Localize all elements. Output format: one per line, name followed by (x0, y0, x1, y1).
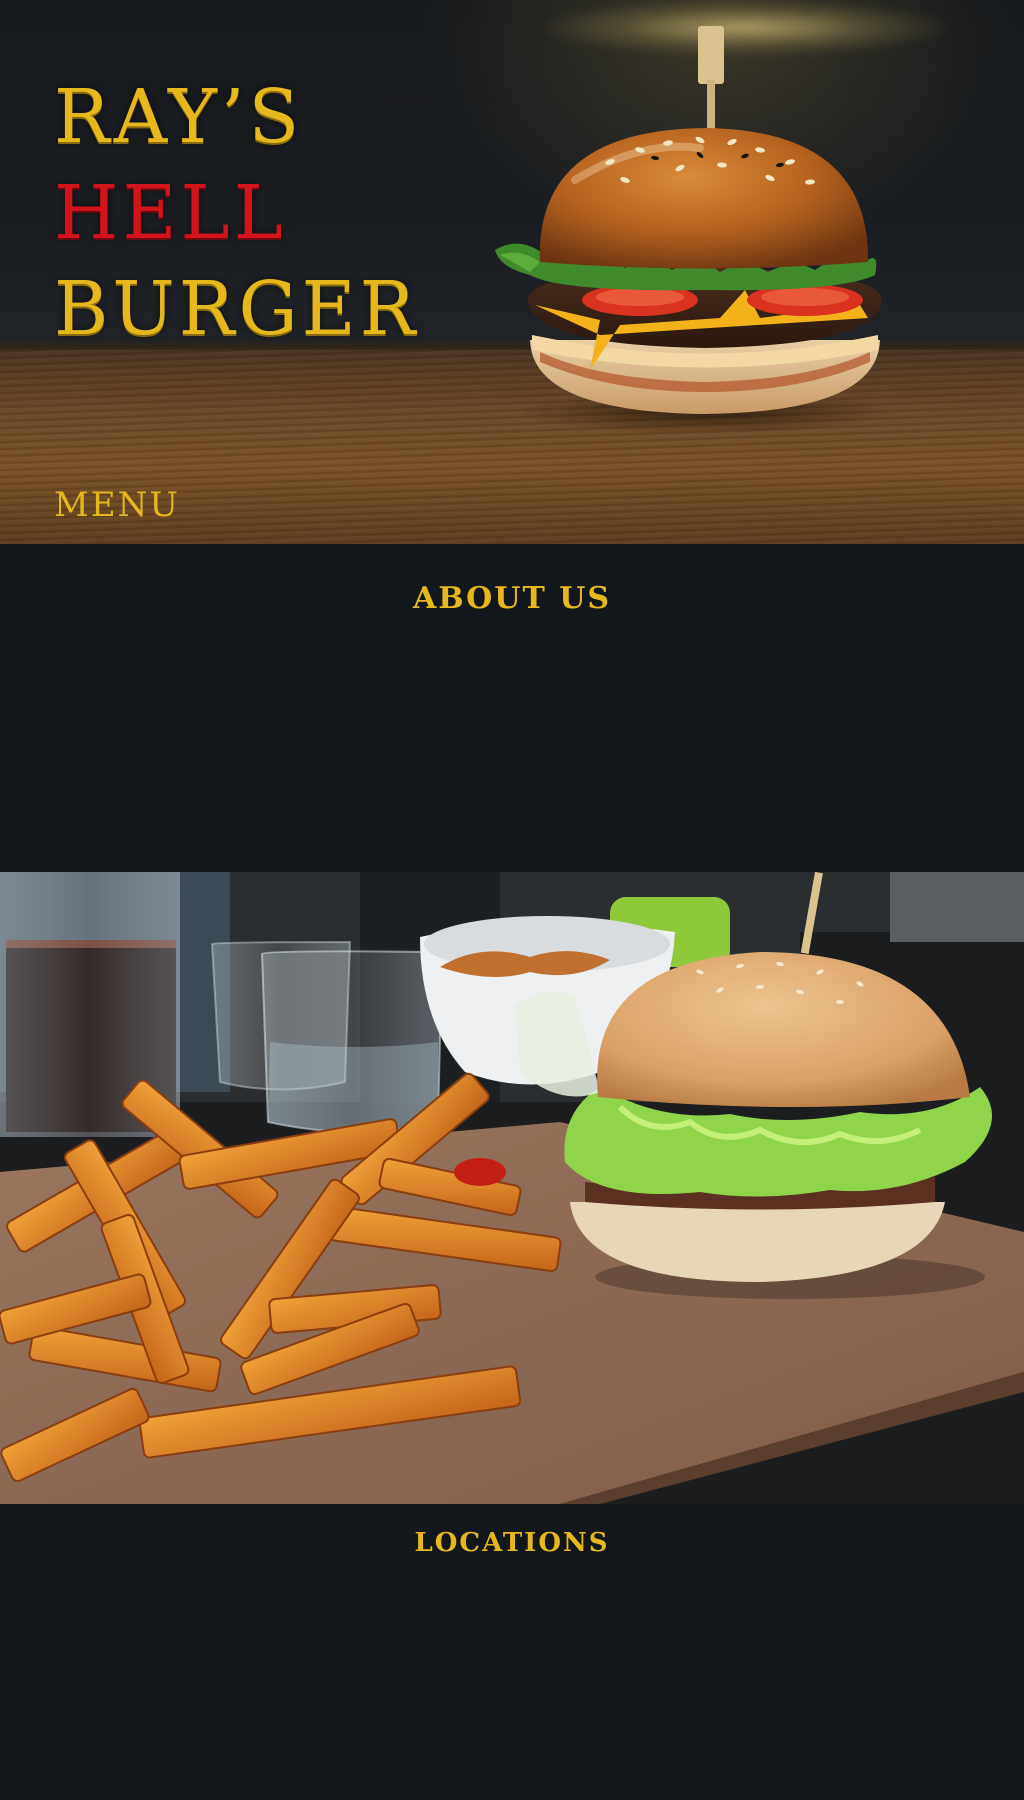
burger-fries-photo (0, 872, 1024, 1504)
title-line-hell: HELL (54, 170, 287, 256)
hero-section: RAY’S HELL BURGER MENU (0, 0, 1024, 544)
about-heading: ABOUT US (412, 581, 612, 616)
menu-link[interactable]: MENU (54, 488, 180, 522)
title-line-rays: RAY’S (54, 74, 304, 160)
burger-fries-image (0, 872, 1024, 1504)
title-line-burger: BURGER (54, 266, 420, 352)
locations-heading: LOCATIONS (414, 1528, 610, 1558)
